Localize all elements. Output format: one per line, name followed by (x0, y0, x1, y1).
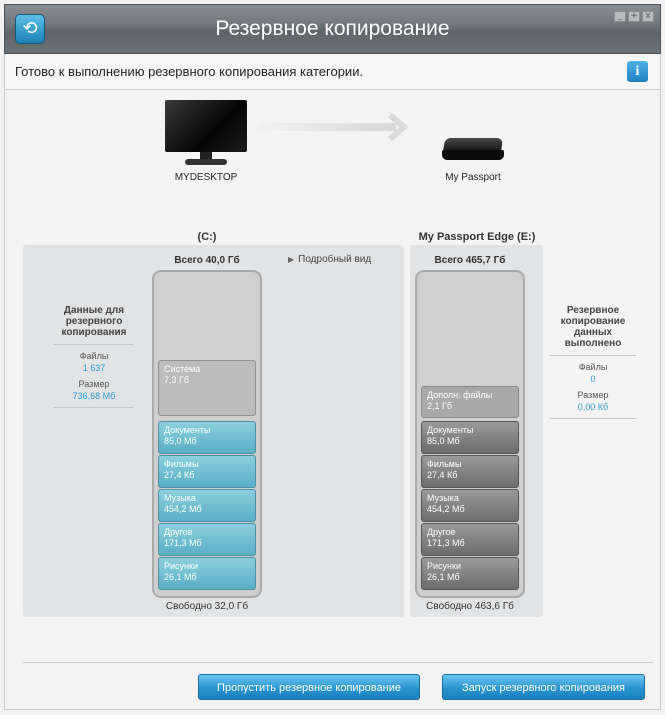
segment-size: 171,3 Мб (164, 538, 202, 548)
files-value: 0 (590, 374, 596, 384)
close-button[interactable]: x (642, 11, 654, 22)
backup-data-summary: Данные для резервного копирования Файлы … (54, 305, 134, 408)
segment-documents[interactable]: Документы 85,0 Мб (158, 421, 256, 454)
footer-divider (23, 662, 653, 663)
segment-name: Рисунки (164, 561, 198, 571)
segment-other[interactable]: Другое 171,3 Мб (421, 523, 519, 556)
segment-music[interactable]: Музыка 454,2 Мб (158, 489, 256, 522)
size-value: 0,00 Кб (577, 402, 609, 412)
segment-extra-files[interactable]: Дополн. файлы 2,1 Гб (421, 386, 519, 418)
segment-size: 26,1 Мб (427, 572, 460, 582)
segment-name: Дополн. файлы (427, 390, 493, 400)
segment-name: Другое (164, 527, 193, 537)
desktop-monitor-icon (165, 100, 247, 166)
segment-other[interactable]: Другое 171,3 Мб (158, 523, 256, 556)
divider (54, 344, 134, 345)
target-drive-bar: Дополн. файлы 2,1 Гб Документы 85,0 Мб Ф… (415, 270, 525, 598)
segment-size: 85,0 Мб (164, 436, 197, 446)
segment-size: 27,4 Кб (164, 470, 195, 480)
target-drive-title: My Passport Edge (E:) (418, 231, 536, 243)
detail-view-label: Подробный вид (298, 254, 372, 265)
segment-size: 454,2 Мб (164, 504, 202, 514)
segment-name: Документы (427, 425, 474, 435)
segment-name: Рисунки (427, 561, 461, 571)
segment-size: 27,4 Кб (427, 470, 458, 480)
files-value: 1 637 (82, 363, 106, 373)
files-label: Файлы (79, 351, 109, 361)
summary-heading: Данные для резервного копирования (61, 305, 127, 338)
segment-size: 7,3 Гб (164, 375, 190, 385)
segment-name: Фильмы (427, 459, 462, 469)
backup-window: ⟲ Резервное копирование _ + x Готово к в… (0, 0, 665, 715)
source-free-space: Свободно 32,0 Гб (165, 601, 249, 612)
backup-done-summary: Резервное копирование данных выполнено Ф… (550, 305, 636, 419)
minimize-button[interactable]: _ (614, 11, 626, 22)
maximize-button[interactable]: + (628, 11, 640, 22)
segment-name: Система (164, 364, 201, 374)
segment-name: Музыка (164, 493, 196, 503)
status-strip: Готово к выполнению резервного копирован… (4, 54, 661, 90)
start-backup-button[interactable]: Запуск резервного копирования (442, 674, 645, 700)
segment-name: Другое (427, 527, 456, 537)
skip-backup-button[interactable]: Пропустить резервное копирование (198, 674, 420, 700)
window-title: Резервное копирование (215, 17, 450, 40)
backup-direction-arrow-icon (258, 112, 409, 142)
target-device-label: My Passport (445, 172, 501, 183)
info-icon[interactable]: i (627, 61, 648, 82)
segment-size: 85,0 Мб (427, 436, 460, 446)
divider (550, 418, 636, 419)
target-total: Всего 465,7 Гб (434, 255, 506, 266)
summary-heading: Резервное копирование данных выполнено (560, 305, 626, 349)
segment-movies[interactable]: Фильмы 27,4 Кб (158, 455, 256, 488)
divider (54, 407, 134, 408)
divider (550, 355, 636, 356)
segment-pictures[interactable]: Рисунки 26,1 Мб (421, 557, 519, 590)
my-passport-drive-icon (440, 138, 506, 164)
window-controls: _ + x (614, 11, 654, 23)
source-total: Всего 40,0 Гб (174, 255, 240, 266)
status-text: Готово к выполнению резервного копирован… (15, 64, 364, 79)
title-bar: ⟲ Резервное копирование _ + x (4, 4, 661, 54)
segment-size: 2,1 Гб (427, 401, 453, 411)
source-drive-bar: Система 7,3 Гб Документы 85,0 Мб Фильмы … (152, 270, 262, 598)
segment-movies[interactable]: Фильмы 27,4 Кб (421, 455, 519, 488)
size-label: Размер (577, 390, 609, 400)
segment-name: Документы (164, 425, 211, 435)
segment-pictures[interactable]: Рисунки 26,1 Мб (158, 557, 256, 590)
segment-size: 26,1 Мб (164, 572, 197, 582)
segment-size: 454,2 Мб (427, 504, 465, 514)
source-device-label: MYDESKTOP (174, 172, 238, 183)
size-value: 736,68 Мб (72, 391, 116, 401)
segment-documents[interactable]: Документы 85,0 Мб (421, 421, 519, 454)
source-drive-title: (C:) (197, 231, 217, 243)
segment-name: Музыка (427, 493, 459, 503)
files-label: Файлы (578, 362, 608, 372)
target-free-space: Свободно 463,6 Гб (426, 601, 514, 612)
segment-name: Фильмы (164, 459, 199, 469)
size-label: Размер (78, 379, 110, 389)
segment-music[interactable]: Музыка 454,2 Мб (421, 489, 519, 522)
detail-view-link[interactable]: ▶ Подробный вид (288, 254, 371, 265)
expand-triangle-icon: ▶ (288, 255, 295, 264)
segment-system[interactable]: Система 7,3 Гб (158, 360, 256, 416)
segment-size: 171,3 Мб (427, 538, 465, 548)
